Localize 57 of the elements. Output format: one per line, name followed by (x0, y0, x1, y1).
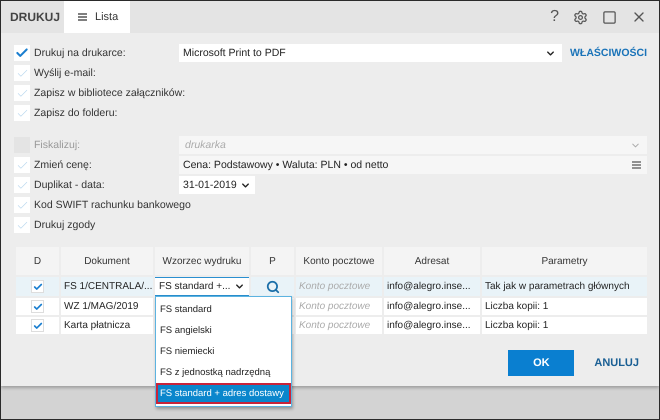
search-icon[interactable] (266, 280, 280, 294)
checkbox[interactable] (14, 65, 30, 81)
settings-icon[interactable] (573, 10, 588, 24)
list-tab[interactable]: Lista (64, 1, 130, 33)
column-header[interactable]: Wzorzec wydruku (154, 246, 250, 276)
option-label: Drukuj zgody (34, 219, 96, 231)
option-label: Zapisz do folderu: (34, 107, 118, 119)
dialog-title: DRUKUJ (10, 10, 62, 24)
column-header[interactable]: Adresat (383, 246, 481, 276)
option-label: Zmień cenę: (34, 159, 92, 171)
checkbox[interactable] (31, 280, 44, 293)
recipient-cell: info@alegro.inse... (387, 281, 471, 292)
option-label: Drukuj na drukarce: (34, 47, 126, 59)
maximize-icon[interactable] (602, 10, 617, 24)
checkbox[interactable] (14, 177, 30, 193)
parameters-cell: Liczba kopii: 1 (485, 320, 548, 331)
checkbox[interactable] (14, 45, 30, 61)
check-icon (15, 46, 29, 60)
option-label: Kod SWIFT rachunku bankowego (34, 199, 191, 211)
checkbox[interactable] (14, 197, 30, 213)
option-label: Duplikat - data: (34, 179, 105, 191)
column-header[interactable]: D (15, 246, 60, 276)
checkbox[interactable] (14, 85, 30, 101)
date-select[interactable]: 31-01-2019 (179, 176, 255, 194)
parameters-cell: Liczba kopii: 1 (485, 301, 548, 312)
menu-icon (78, 13, 87, 21)
option-label: Wyślij e-mail: (34, 67, 96, 79)
option-label: Zapisz w bibliotece załączników: (34, 87, 186, 99)
checkbox[interactable] (14, 157, 30, 173)
document-cell: Karta płatnicza (64, 320, 130, 331)
dropdown-item[interactable]: FS angielski (156, 320, 291, 341)
dropdown-item[interactable]: FS z jednostką nadrzędną (156, 362, 291, 383)
column-header[interactable]: Parametry (481, 246, 648, 276)
dropdown-item[interactable]: FS standard (156, 299, 291, 320)
dropdown-item[interactable]: FS niemiecki (156, 341, 291, 362)
document-cell: FS 1/CENTRALA/... (64, 281, 152, 292)
template-select[interactable]: FS standard +... (154, 277, 250, 296)
ok-button[interactable]: OK (508, 350, 574, 376)
printer-select[interactable]: Microsoft Print to PDF (179, 44, 562, 62)
cancel-button[interactable]: ANULUJ (590, 357, 639, 369)
dropdown-item[interactable]: FS standard + adres dostawy (156, 383, 291, 404)
option-label: Fiskalizuj: (34, 139, 80, 151)
menu-icon[interactable] (632, 161, 641, 169)
price-field[interactable]: Cena: Podstawowy • Waluta: PLN • od netto (179, 156, 647, 174)
recipient-cell: info@alegro.inse... (387, 320, 471, 331)
checkbox[interactable] (14, 105, 30, 121)
parameters-cell: Tak jak w parametrach głównych (485, 281, 630, 292)
checkbox[interactable] (31, 319, 44, 332)
recipient-cell: info@alegro.inse... (387, 301, 471, 312)
properties-link[interactable]: WŁAŚCIWOŚCI (570, 47, 647, 59)
checkbox[interactable] (31, 300, 44, 313)
column-header[interactable]: Konto pocztowe (295, 246, 383, 276)
help-button[interactable]: ? (550, 8, 559, 26)
checkbox[interactable] (14, 217, 30, 233)
column-header[interactable]: P (250, 246, 295, 276)
column-header[interactable]: Dokument (60, 246, 154, 276)
document-cell: WZ 1/MAG/2019 (64, 301, 138, 312)
